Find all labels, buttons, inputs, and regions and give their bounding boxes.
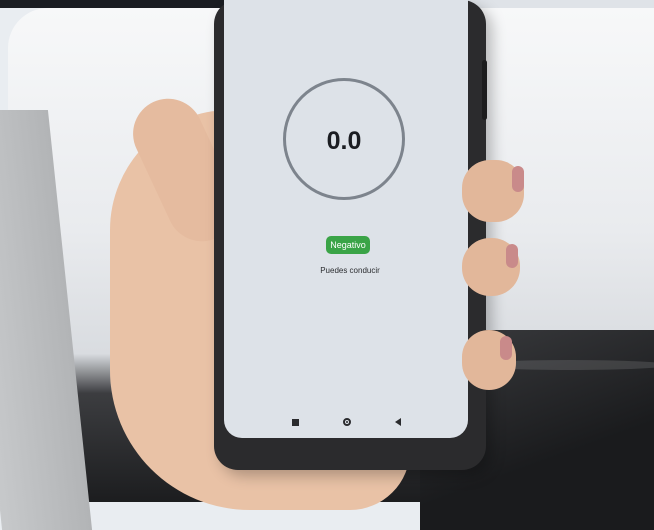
android-nav-bar bbox=[224, 410, 468, 434]
result-badge: Negativo bbox=[326, 236, 370, 254]
recents-square-icon[interactable] bbox=[291, 418, 299, 426]
result-message: Puedes conducir bbox=[320, 266, 380, 275]
phone-screen bbox=[224, 0, 468, 438]
back-triangle-icon[interactable] bbox=[394, 418, 401, 426]
alcohol-reading-value: 0.0 bbox=[326, 126, 362, 155]
phone-side-button bbox=[482, 60, 487, 120]
fingernail bbox=[500, 336, 512, 360]
fingernail bbox=[512, 166, 524, 192]
fingernail bbox=[506, 244, 518, 268]
home-circle-icon[interactable] bbox=[342, 418, 351, 426]
